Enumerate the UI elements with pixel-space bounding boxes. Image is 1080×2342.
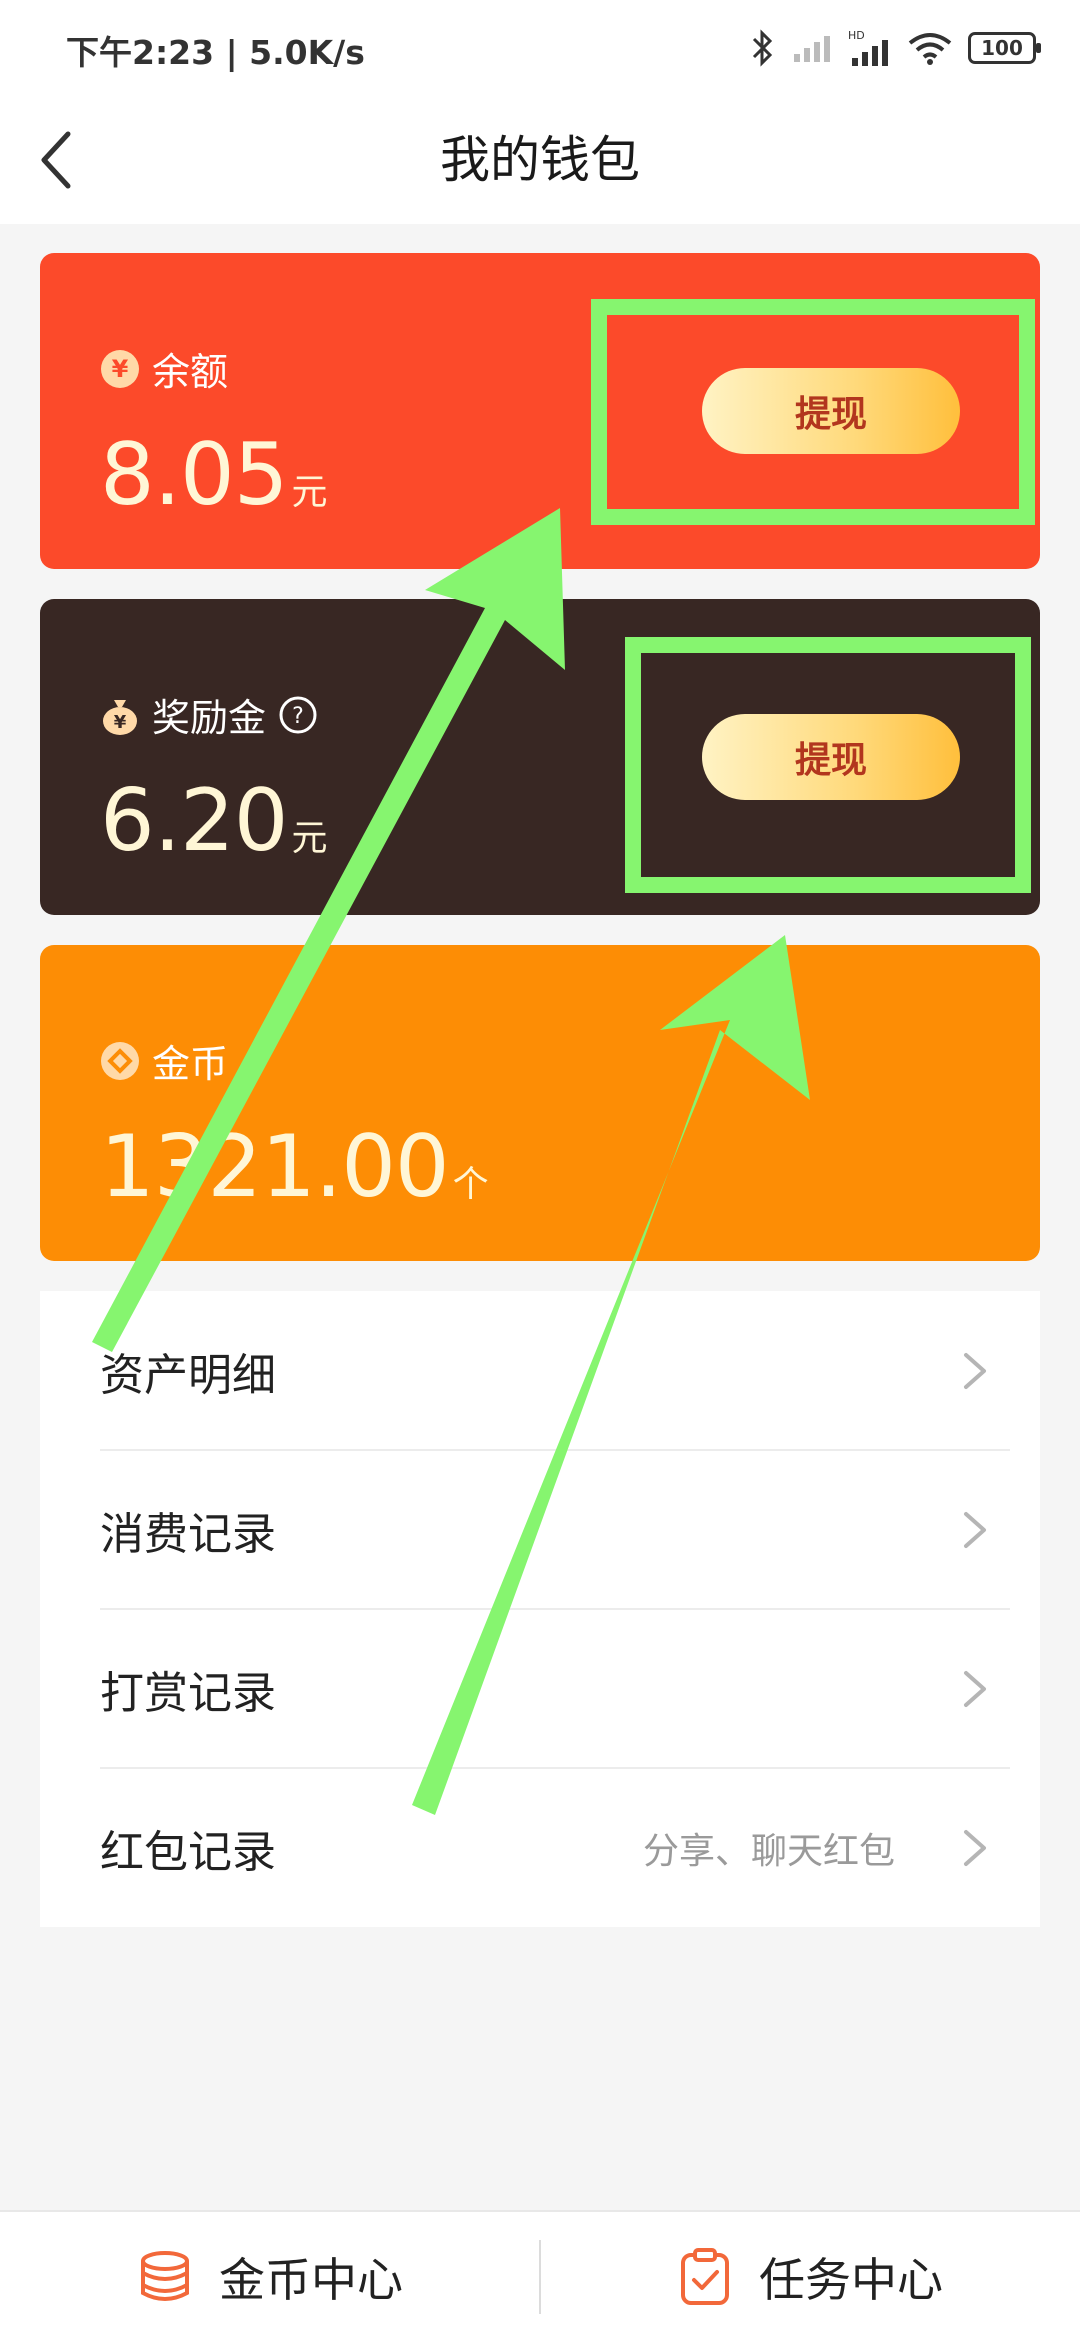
balance-amount: 8.05 元	[100, 425, 328, 525]
balance-card: ¥ 余额 8.05 元 提现	[40, 253, 1040, 569]
chevron-right-icon	[964, 1829, 986, 1866]
reward-amount-value: 6.20	[100, 771, 288, 871]
coins-card[interactable]: 金币 1321.00 个	[40, 945, 1040, 1261]
balance-withdraw-button[interactable]: 提现	[702, 368, 960, 454]
wallet-menu: 资产明细 消费记录 打赏记录 红包记录 分享、聊天红包	[40, 1291, 1040, 1927]
yen-coin-icon: ¥	[101, 349, 139, 388]
reward-amount-unit: 元	[291, 818, 328, 859]
coin-stack-icon	[141, 2251, 189, 2301]
status-time: 下午2:23 | 5.0K/s	[66, 33, 365, 72]
money-bag-icon: ¥	[103, 699, 137, 735]
tab-label: 任务中心	[759, 2253, 943, 2307]
signal-weak-icon	[794, 36, 830, 62]
status-icons: HD 100	[750, 24, 1041, 72]
wifi-icon	[908, 33, 952, 65]
clipboard-check-icon	[681, 2248, 729, 2305]
status-bar: 下午2:23 | 5.0K/s HD 100	[0, 0, 1080, 96]
menu-item-label: 消费记录	[100, 1508, 276, 1560]
top-bar: 我的钱包	[0, 96, 1080, 224]
tab-label: 金币中心	[219, 2253, 403, 2307]
menu-item-red-packet-records[interactable]: 红包记录 分享、聊天红包	[40, 1768, 1040, 1927]
battery-level: 100	[981, 36, 1023, 60]
reward-amount: 6.20 元	[100, 771, 328, 871]
reward-label: 奖励金	[152, 696, 267, 740]
chevron-right-icon	[964, 1352, 986, 1389]
chevron-right-icon	[964, 1511, 986, 1548]
svg-text:¥: ¥	[114, 712, 127, 733]
battery-indicator: 100	[968, 32, 1041, 64]
menu-item-asset-details[interactable]: 资产明细	[40, 1291, 1040, 1450]
menu-item-label: 打赏记录	[100, 1667, 276, 1719]
tab-coin-center[interactable]: 金币中心	[0, 2212, 540, 2342]
tab-task-center[interactable]: 任务中心	[540, 2212, 1080, 2342]
menu-item-spending-records[interactable]: 消费记录	[40, 1450, 1040, 1609]
page-title: 我的钱包	[440, 131, 640, 189]
balance-label-row: ¥ 余额	[100, 341, 228, 396]
menu-item-label: 红包记录	[100, 1826, 276, 1878]
signal-hd-icon: HD	[848, 29, 888, 66]
coins-label-row: 金币	[100, 1033, 228, 1088]
coins-amount: 1321.00 个	[100, 1117, 489, 1217]
help-circle-icon[interactable]: ?	[278, 695, 318, 735]
network-badge: HD	[848, 29, 865, 42]
menu-item-tip-records[interactable]: 打赏记录	[40, 1609, 1040, 1768]
bluetooth-icon	[752, 29, 773, 67]
coin-icon	[101, 1041, 139, 1080]
coins-amount-unit: 个	[452, 1164, 489, 1205]
reward-card: ¥ 奖励金 ? 6.20 元 提现	[40, 599, 1040, 915]
coins-label: 金币	[152, 1042, 229, 1086]
reward-label-row: ¥ 奖励金 ?	[100, 687, 318, 742]
reward-withdraw-button[interactable]: 提现	[702, 714, 960, 800]
menu-item-label: 资产明细	[100, 1349, 276, 1401]
bottom-bar: 金币中心 任务中心	[0, 2210, 1080, 2342]
balance-label: 余额	[152, 350, 229, 394]
chevron-right-icon	[964, 1670, 986, 1707]
menu-item-subtitle: 分享、聊天红包	[642, 1830, 895, 1872]
balance-amount-unit: 元	[291, 472, 328, 513]
balance-amount-value: 8.05	[100, 425, 288, 525]
svg-text:¥: ¥	[112, 355, 129, 383]
svg-text:?: ?	[292, 704, 304, 729]
coins-amount-value: 1321.00	[100, 1117, 450, 1217]
